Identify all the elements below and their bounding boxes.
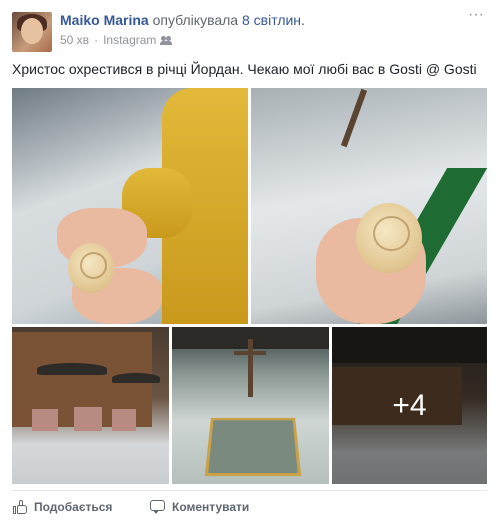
- photo-5-more[interactable]: +4: [332, 327, 487, 484]
- meta-separator: ·: [94, 33, 99, 47]
- umbrella: [112, 373, 160, 383]
- like-label: Подобається: [34, 500, 113, 514]
- facebook-post: Maiko Marina опублікувала 8 світлин. ···…: [0, 0, 499, 525]
- photo-4[interactable]: [172, 327, 329, 484]
- prosphora: [68, 243, 114, 293]
- post-timestamp[interactable]: 50 хв: [60, 33, 89, 47]
- thumb-up-icon: [12, 499, 28, 515]
- wooden-cross: [340, 88, 368, 148]
- comment-button[interactable]: Коментувати: [150, 497, 249, 517]
- table: [74, 407, 102, 431]
- cross-bar: [234, 351, 266, 355]
- friends-icon[interactable]: [160, 35, 173, 45]
- post-header: Maiko Marina опублікувала 8 світлин.: [60, 11, 305, 29]
- table: [32, 409, 58, 431]
- post-options-button[interactable]: ···: [465, 7, 487, 23]
- photo-3[interactable]: [12, 327, 169, 484]
- more-photos-count: +4: [392, 388, 427, 422]
- comment-label: Коментувати: [172, 500, 250, 514]
- prosphora: [356, 203, 422, 273]
- actions-divider: [12, 490, 487, 491]
- post-action-text: опублікувала: [152, 12, 239, 28]
- post-meta: 50 хв · Instagram: [60, 33, 173, 47]
- author-name[interactable]: Maiko Marina: [60, 12, 149, 28]
- table: [112, 409, 136, 431]
- comment-icon: [150, 500, 166, 514]
- like-button[interactable]: Подобається: [12, 497, 112, 517]
- post-source[interactable]: Instagram: [103, 33, 156, 47]
- post-text: Христос охрестився в річці Йордан. Чекаю…: [12, 61, 477, 77]
- photos-link[interactable]: 8 світлин.: [242, 12, 305, 28]
- ice-pool: [204, 417, 302, 477]
- avatar[interactable]: [12, 12, 52, 52]
- avatar-face: [21, 18, 43, 44]
- photo-1[interactable]: [12, 88, 248, 324]
- cross-post: [248, 339, 253, 397]
- more-photos-overlay[interactable]: +4: [332, 327, 487, 484]
- photo-2[interactable]: [251, 88, 487, 324]
- umbrella: [37, 363, 107, 375]
